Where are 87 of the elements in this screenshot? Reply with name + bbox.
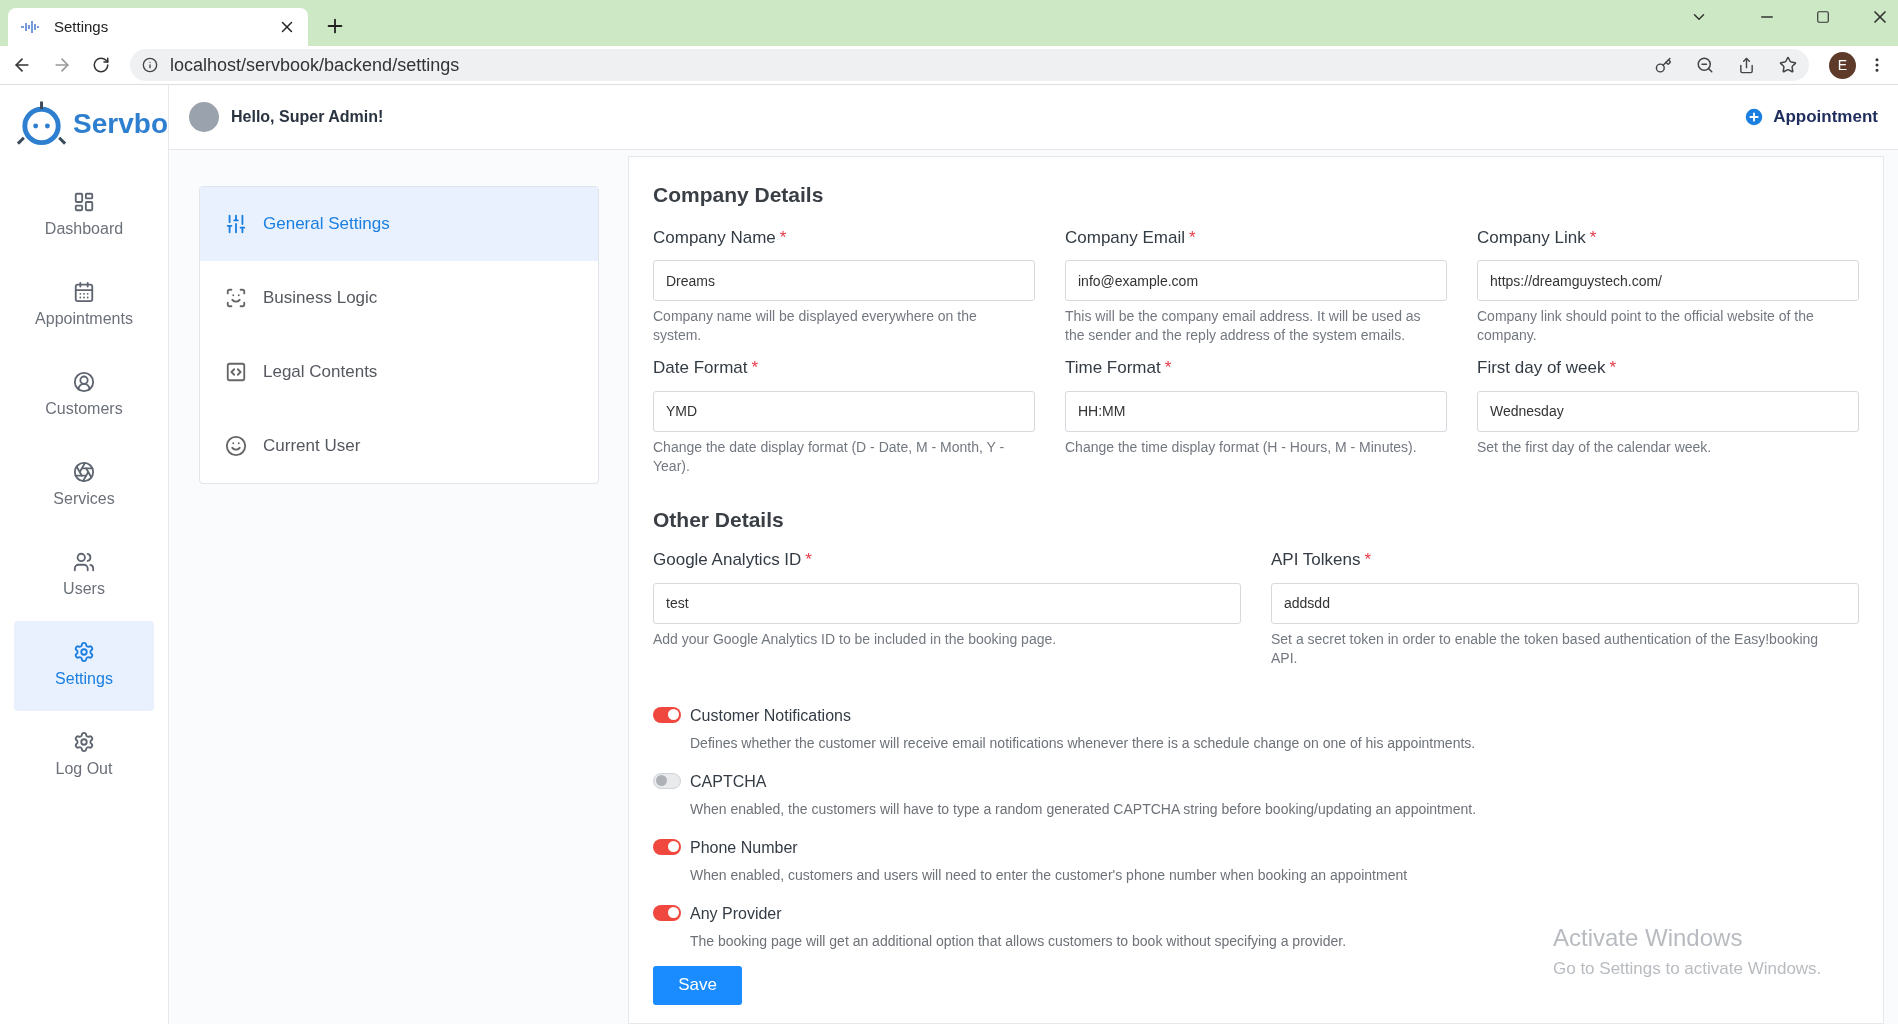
- sidebar-item[interactable]: Customers: [14, 351, 154, 441]
- field-label: Google Analytics ID: [653, 549, 802, 571]
- field-label: Time Format: [1065, 357, 1161, 379]
- input-field[interactable]: https://dreamguystech.com/: [1477, 260, 1859, 301]
- toggle-label: CAPTCHA: [690, 771, 768, 792]
- toggle-switch[interactable]: [653, 904, 681, 921]
- dashboard-icon: [73, 191, 95, 213]
- required-mark: *: [1189, 226, 1196, 249]
- users-icon: [73, 551, 95, 573]
- calendar-icon: [73, 281, 95, 303]
- greeting-text: Hello, Super Admin!: [231, 107, 384, 127]
- user-circle-icon: [73, 371, 95, 393]
- reload-icon[interactable]: [92, 56, 110, 74]
- required-mark: *: [805, 549, 812, 571]
- help-text: Company link should point to the official website of the company.: [1477, 307, 1815, 345]
- appointment-button[interactable]: Appointment: [1743, 104, 1878, 130]
- gear-icon: [73, 731, 95, 753]
- toggle-label: Phone Number: [690, 837, 799, 858]
- key-icon[interactable]: [1655, 56, 1672, 74]
- sidebar-item[interactable]: Settings: [14, 621, 154, 711]
- browser-tab[interactable]: Settings: [8, 8, 308, 46]
- input-field[interactable]: Wednesday: [1477, 390, 1859, 432]
- help-text: Company name will be displayed everywhere on the system.: [653, 307, 978, 345]
- input-field[interactable]: YMD: [653, 390, 1035, 432]
- field-label: Company Name: [653, 226, 776, 249]
- sidebar-item[interactable]: Services: [14, 441, 154, 531]
- sliders-icon: [225, 213, 247, 235]
- share-icon[interactable]: [1738, 56, 1755, 74]
- required-mark: *: [1589, 226, 1597, 249]
- help-text: Set the first day of the calendar week.: [1477, 437, 1713, 457]
- toggle-switch[interactable]: [653, 772, 681, 789]
- toggle-description: Defines whether the customer will receive email notifications whenever there is a schedule change on one of his appointments.: [690, 733, 1476, 753]
- sidebar-item[interactable]: Users: [14, 531, 154, 621]
- activation-subtitle: Go to Settings to activate Windows.: [1553, 958, 1822, 980]
- scan-icon: [225, 287, 247, 309]
- help-text: Change the date display format (D - Date, M - Month, Y - Year).: [653, 437, 1006, 476]
- input-field[interactable]: HH:MM: [1065, 390, 1447, 432]
- info-icon: [142, 57, 158, 73]
- field-label: Date Format: [653, 357, 748, 379]
- smiley-icon: [225, 435, 247, 457]
- settings-menu-item[interactable]: Current User: [200, 409, 598, 483]
- star-icon[interactable]: [1779, 56, 1797, 74]
- help-text: Set a secret token in order to enable the token based authentication of the Easy!booking API.: [1271, 629, 1820, 668]
- sidebar-item[interactable]: Appointments: [14, 261, 154, 351]
- help-text: This will be the company email address. It will be used as the sender and the reply address of the system emails.: [1065, 307, 1422, 345]
- address-bar[interactable]: localhost/servbook/backend/settings: [130, 49, 1809, 81]
- sidebar-item[interactable]: Log Out: [14, 711, 154, 801]
- field-label: API Tolkens: [1271, 549, 1361, 571]
- zoom-out-icon[interactable]: [1696, 56, 1714, 74]
- toggle-switch[interactable]: [653, 706, 681, 723]
- avatar-placeholder: [189, 102, 219, 132]
- section-title: Company Details: [653, 182, 825, 208]
- settings-menu-item[interactable]: Business Logic: [200, 261, 598, 335]
- square-icon: [225, 361, 247, 383]
- toggle-label: Customer Notifications: [690, 705, 852, 726]
- settings-icon: [73, 641, 95, 663]
- settings-menu-item[interactable]: Legal Contents: [200, 335, 598, 409]
- required-mark: *: [1609, 357, 1617, 379]
- plus-circle-icon: [1743, 106, 1766, 128]
- required-mark: *: [1164, 357, 1172, 379]
- toggle-description: When enabled, customers and users will need to enter the customer's phone number when booking an appointment: [690, 865, 1408, 885]
- field-label: First day of week: [1477, 357, 1606, 379]
- logo-text: Servbo: [73, 107, 168, 141]
- input-field[interactable]: addsdd: [1271, 582, 1859, 624]
- required-mark: *: [751, 357, 759, 379]
- toggle-switch[interactable]: [653, 838, 681, 855]
- section-title: Other Details: [653, 506, 785, 533]
- sidebar-item[interactable]: Dashboard: [14, 171, 154, 261]
- restore-icon[interactable]: [1816, 10, 1830, 24]
- settings-menu-item[interactable]: General Settings: [200, 187, 598, 261]
- activation-title: Activate Windows: [1553, 923, 1744, 953]
- field-label: Company Email: [1065, 226, 1185, 249]
- toggle-description: When enabled, the customers will have to type a random generated CAPTCHA string before booking/updating an appointment.: [690, 799, 1477, 819]
- toggle-description: The booking page will get an additional option that allows customers to book without specifying a provider.: [690, 931, 1347, 951]
- input-field[interactable]: Dreams: [653, 260, 1035, 301]
- field-label: Company Link: [1477, 226, 1586, 249]
- input-field[interactable]: info@example.com: [1065, 260, 1447, 301]
- help-text: Add your Google Analytics ID to be included in the booking page.: [653, 629, 1058, 649]
- required-mark: *: [1364, 549, 1372, 571]
- tab-title: Settings: [54, 16, 110, 37]
- toggle-label: Any Provider: [690, 903, 783, 924]
- url-text: localhost/servbook/backend/settings: [170, 53, 461, 77]
- input-field[interactable]: test: [653, 582, 1241, 624]
- wave-icon: [20, 20, 42, 34]
- help-text: Change the time display format (H - Hours, M - Minutes).: [1065, 437, 1418, 457]
- profile-avatar[interactable]: E: [1829, 51, 1856, 79]
- required-mark: *: [779, 226, 787, 249]
